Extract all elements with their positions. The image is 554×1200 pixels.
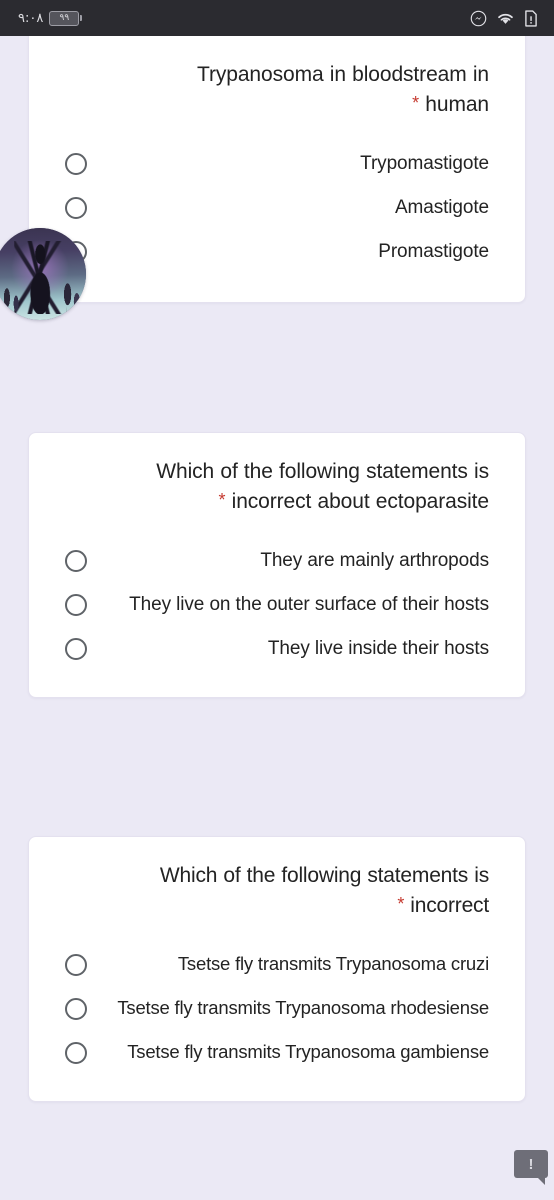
radio-button[interactable] (65, 549, 87, 572)
option-row[interactable]: Trypomastigote (65, 142, 489, 186)
option-row[interactable]: They live inside their hosts (65, 627, 489, 671)
option-row[interactable]: They live on the outer surface of their … (65, 583, 489, 627)
option-label: They live on the outer surface of their … (129, 593, 489, 615)
option-row[interactable]: Promastigote (65, 230, 489, 274)
status-clock: ٩:٠٨ (18, 10, 44, 26)
option-label: Tsetse fly transmits Trypanosoma gambien… (127, 1041, 489, 1063)
question-title-line-1: Which of the following statements is (156, 460, 489, 483)
radio-button[interactable] (65, 152, 87, 175)
radio-button[interactable] (65, 593, 87, 616)
radio-button[interactable] (65, 637, 87, 660)
option-row[interactable]: Tsetse fly transmits Trypanosoma rhodesi… (65, 987, 489, 1031)
wifi-icon (496, 10, 515, 26)
radio-button[interactable] (65, 1041, 87, 1064)
battery-icon: ٩٩ (49, 10, 83, 26)
option-label: They are mainly arthropods (260, 549, 489, 571)
required-marker: * (397, 893, 405, 914)
status-bar-left: ٩:٠٨ ٩٩ (18, 10, 83, 26)
battery-level-label: ٩٩ (59, 12, 70, 23)
question-title-line-2: human (425, 92, 489, 116)
option-label: Trypomastigote (360, 152, 489, 174)
radio-button[interactable] (65, 997, 87, 1020)
option-list: They are mainly arthropods They live on … (65, 539, 489, 671)
messenger-icon (470, 10, 487, 27)
sim-alert-icon (524, 9, 538, 27)
question-card-1: Trypanosoma in bloodstream in * human Tr… (28, 36, 526, 303)
option-label: Promastigote (378, 240, 489, 262)
report-badge-button[interactable]: ! (514, 1150, 548, 1185)
question-title-line-2: incorrect about ectoparasite (231, 489, 489, 513)
radio-button[interactable] (65, 953, 87, 976)
exclamation-icon: ! (528, 1155, 534, 1173)
status-bar: ٩:٠٨ ٩٩ (0, 0, 554, 36)
option-row[interactable]: They are mainly arthropods (65, 539, 489, 583)
option-list: Tsetse fly transmits Trypanosoma cruzi T… (65, 943, 489, 1075)
required-marker: * (218, 489, 226, 510)
option-label: Amastigote (394, 196, 489, 218)
question-title-line-1: Which of the following statements is (159, 864, 489, 887)
question-title-line-1: Trypanosoma in bloodstream in (197, 63, 489, 86)
question-card-3: Which of the following statements is * i… (28, 836, 526, 1102)
option-row[interactable]: Amastigote (65, 186, 489, 230)
question-title: Which of the following statements is * i… (65, 861, 489, 921)
question-card-2: Which of the following statements is * i… (28, 432, 526, 698)
option-label: Tsetse fly transmits Trypanosoma rhodesi… (117, 997, 489, 1019)
option-row[interactable]: Tsetse fly transmits Trypanosoma gambien… (65, 1031, 489, 1075)
question-title: Trypanosoma in bloodstream in * human (65, 60, 489, 120)
form-scroll-area[interactable]: Trypanosoma in bloodstream in * human Tr… (0, 36, 554, 1200)
radio-button[interactable] (65, 196, 87, 219)
question-title: Which of the following statements is * i… (65, 457, 489, 517)
question-title-line-2: incorrect (410, 893, 489, 917)
status-bar-right (470, 9, 538, 27)
option-row[interactable]: Tsetse fly transmits Trypanosoma cruzi (65, 943, 489, 987)
option-label: Tsetse fly transmits Trypanosoma cruzi (177, 953, 489, 975)
required-marker: * (412, 92, 420, 113)
avatar-image (0, 228, 86, 320)
profile-avatar[interactable] (0, 228, 86, 320)
option-label: They live inside their hosts (267, 637, 489, 659)
option-list: Trypomastigote Amastigote Promastigote (65, 142, 489, 274)
